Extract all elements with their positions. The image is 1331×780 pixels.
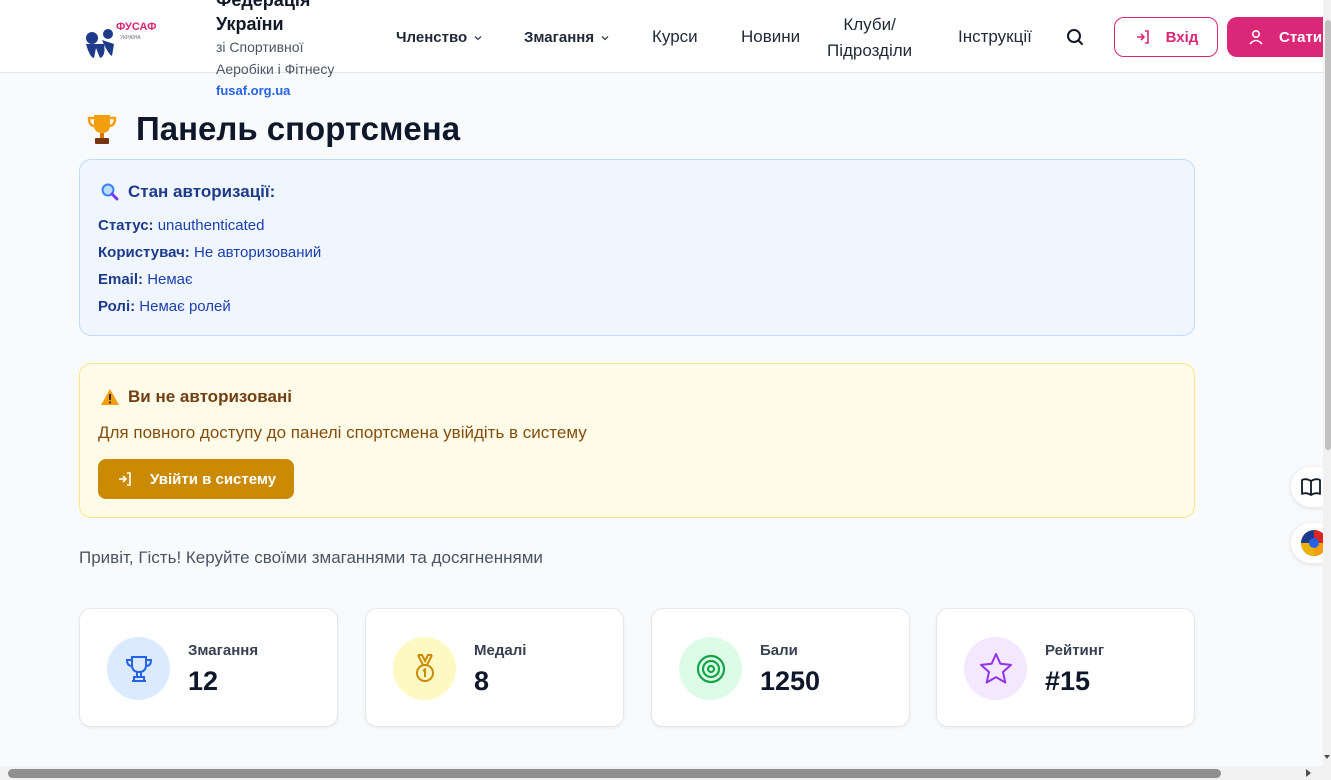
scroll-right-arrow-icon[interactable]: [1303, 768, 1313, 778]
auth-value: Немає: [147, 271, 193, 288]
warning-icon: [101, 389, 119, 405]
svg-text:УКРАЇНА: УКРАЇНА: [120, 34, 141, 41]
trophy-icon: [125, 655, 152, 682]
svg-text:ФУСАФ: ФУСАФ: [116, 21, 156, 33]
stat-label: Медалі: [474, 642, 527, 659]
login-system-label: Увійти в систему: [150, 470, 277, 488]
site-header: ФУСАФ УКРАЇНА Федерація України зі Спорт…: [0, 0, 1331, 98]
auth-key: Статус:: [98, 217, 154, 234]
nav-competitions-label: Змагання: [524, 29, 595, 46]
stat-label: Бали: [760, 642, 798, 659]
nav-clubs-line1: Клуби/: [843, 15, 896, 34]
org-subtitle-2: Аеробіки і Фітнесу: [216, 61, 335, 77]
org-website-link[interactable]: fusaf.org.ua: [216, 83, 290, 98]
scroll-down-arrow-icon[interactable]: [1323, 752, 1331, 762]
auth-heading-text: Стан авторизації:: [128, 182, 276, 201]
stat-label: Рейтинг: [1045, 642, 1105, 659]
register-label: Стати: [1279, 28, 1323, 46]
auth-key: Ролі:: [98, 298, 136, 315]
auth-key: Email:: [98, 271, 144, 288]
page-title: Панель спортсмена: [86, 110, 460, 148]
book-icon: [1301, 478, 1321, 496]
auth-value: Немає ролей: [139, 298, 231, 315]
register-button[interactable]: Стати: [1227, 17, 1331, 57]
auth-key: Користувач:: [98, 244, 190, 261]
nav-clubs-line2: Підрозділи: [827, 41, 913, 60]
nav-instructions[interactable]: Інструкції: [958, 27, 1032, 47]
warning-heading-text: Ви не авторизовані: [128, 387, 292, 406]
auth-value: unauthenticated: [157, 217, 265, 234]
target-icon: [696, 654, 725, 683]
stat-value: 8: [474, 666, 490, 696]
fusaf-logo[interactable]: ФУСАФ УКРАЇНА: [80, 18, 156, 62]
user-icon: [1249, 29, 1263, 45]
auth-status-panel: Стан авторизації: Статус: unauthenticate…: [79, 159, 1195, 336]
stat-card-competitions: Змагання 12: [79, 608, 338, 727]
nav-news[interactable]: Новини: [741, 27, 800, 47]
auth-row-status: Статус: unauthenticated: [98, 217, 264, 234]
stat-value: 1250: [760, 666, 821, 696]
auth-heading: Стан авторизації:: [100, 182, 275, 202]
auth-value: Не авторизований: [193, 244, 322, 261]
stat-icon-circle: [679, 637, 742, 700]
magnifier-icon: [101, 183, 119, 201]
auth-row-roles: Ролі: Немає ролей: [98, 298, 231, 315]
nav-clubs[interactable]: Клуби/ Підрозділи: [827, 12, 912, 64]
login-system-button[interactable]: Увійти в систему: [98, 459, 294, 499]
stat-card-rating: Рейтинг #15: [936, 608, 1195, 727]
horizontal-scrollbar-thumb[interactable]: [8, 769, 1221, 778]
stat-value: 12: [188, 666, 219, 696]
not-authorized-panel: Ви не авторизовані Для повного доступу д…: [79, 363, 1195, 518]
login-icon: [119, 472, 131, 486]
stat-card-medals: Медалі 8: [365, 608, 624, 727]
stat-label: Змагання: [188, 642, 259, 659]
nav-competitions[interactable]: Змагання: [524, 29, 610, 46]
warning-text: Для повного доступу до панелі спортсмена…: [98, 423, 587, 442]
nav-membership[interactable]: Членство: [396, 29, 483, 46]
login-icon: [1136, 30, 1149, 44]
auth-row-email: Email: Немає: [98, 271, 193, 288]
org-subtitle-1: зі Спортивної: [216, 39, 304, 55]
auth-row-user: Користувач: Не авторизований: [98, 244, 321, 261]
org-name-line: Федерація: [216, 0, 311, 10]
medal-icon: [415, 653, 434, 682]
nav-membership-label: Членство: [396, 29, 468, 46]
nav-courses[interactable]: Курси: [652, 27, 698, 47]
warning-heading: Ви не авторизовані: [100, 387, 292, 407]
stat-value: #15: [1045, 666, 1091, 696]
stat-icon-circle: [393, 637, 456, 700]
trophy-emoji-icon: [87, 115, 117, 144]
stat-icon-circle: [964, 637, 1027, 700]
login-button[interactable]: Вхід: [1114, 17, 1218, 57]
greeting-text: Привіт, Гість! Керуйте своїми змаганнями…: [79, 548, 543, 567]
chevron-down-icon: [474, 35, 482, 40]
search-icon[interactable]: [1064, 26, 1086, 48]
page-title-text: Панель спортсмена: [136, 110, 461, 147]
login-label: Вхід: [1165, 28, 1199, 46]
org-title: України: [216, 14, 284, 34]
chevron-down-icon: [601, 35, 609, 40]
vertical-scrollbar-thumb[interactable]: [1325, 20, 1331, 450]
stat-card-points: Бали 1250: [651, 608, 910, 727]
star-icon: [979, 652, 1012, 683]
stat-icon-circle: [107, 637, 170, 700]
